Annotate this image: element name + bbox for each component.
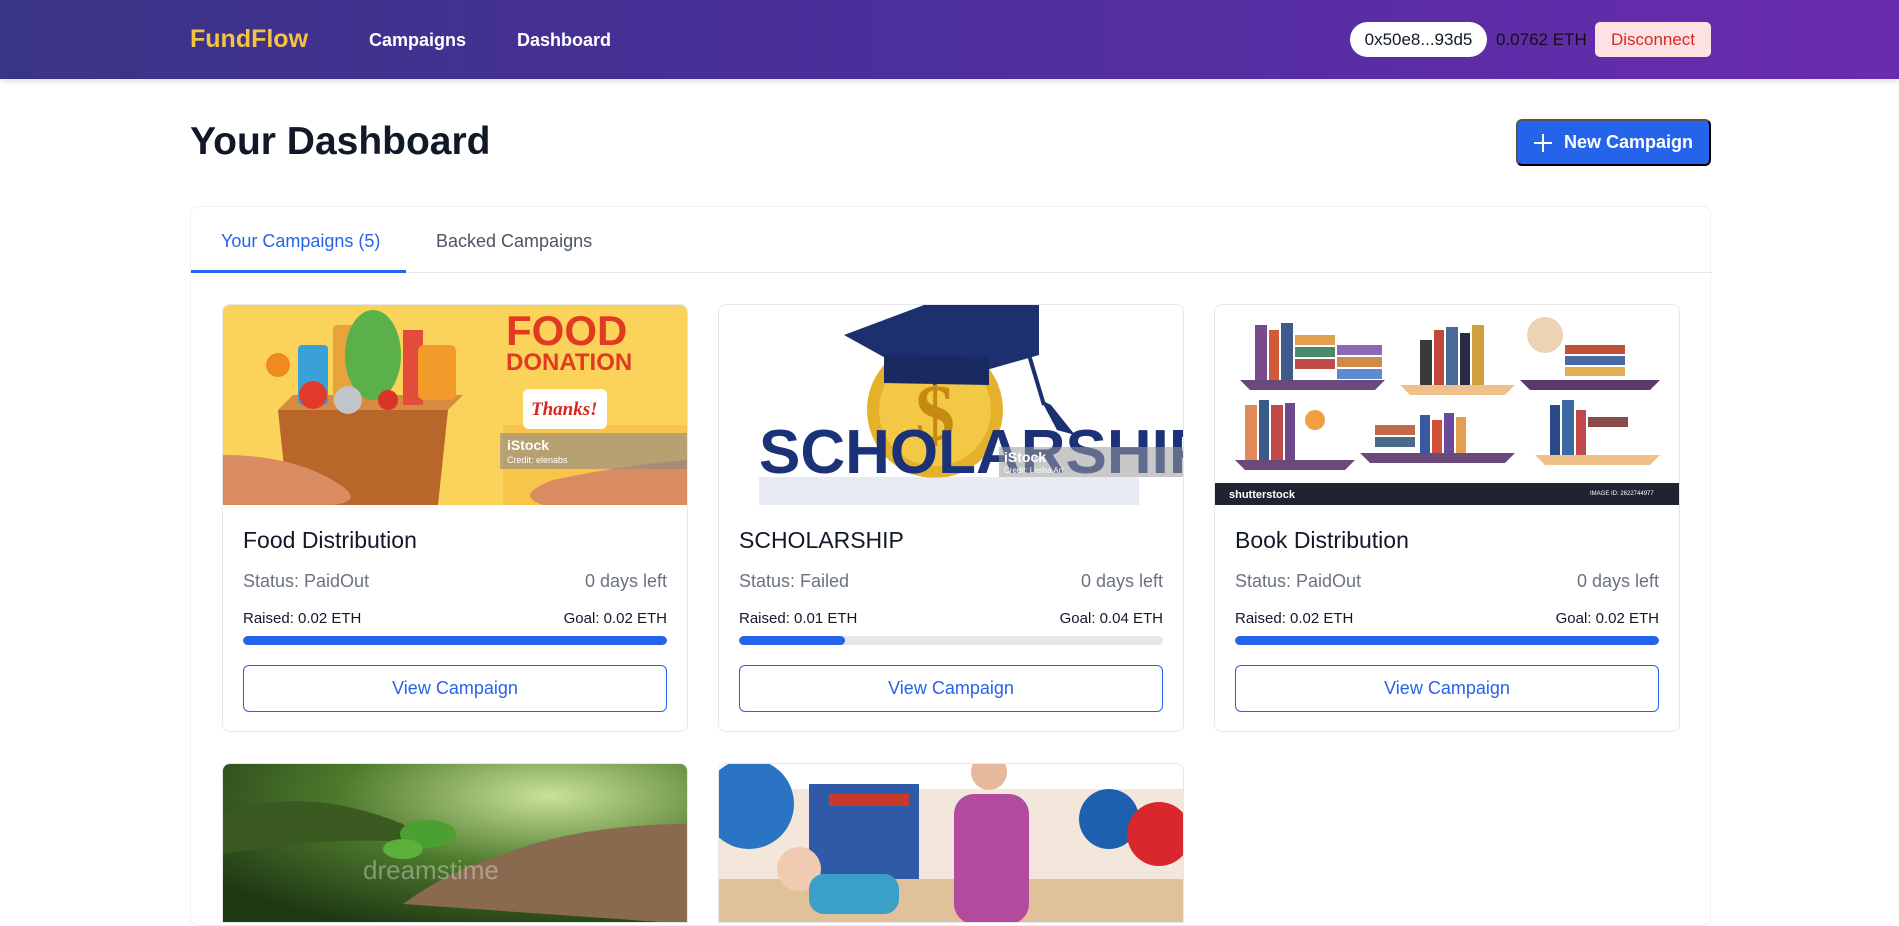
campaign-image: FOOD DONATION Thanks! iStock Credit: ele…: [223, 305, 687, 505]
campaign-status: Status: Failed: [739, 571, 850, 591]
wallet-balance: 0.0762 ETH: [1496, 30, 1587, 49]
progress-fill: [739, 636, 845, 645]
view-campaign-button[interactable]: View Campaign: [243, 665, 667, 712]
campaign-card: shutterstock IMAGE ID: 2622744977 Book D…: [1214, 304, 1680, 732]
raised-amount: Raised: 0.01 ETH: [739, 610, 858, 627]
days-left: 0 days left: [1080, 571, 1163, 591]
shutterstock-watermark: shutterstock: [1229, 489, 1296, 501]
campaign-image: dreamstime: [223, 764, 687, 922]
campaign-image: [719, 764, 1183, 922]
campaign-status: Status: PaidOut: [243, 571, 370, 591]
food-word: FOOD: [506, 307, 627, 354]
tab-backed-campaigns[interactable]: Backed Campaigns: [436, 231, 592, 252]
page-title: Your Dashboard: [190, 120, 491, 163]
image-credit: Credit: Lesha Art: [1004, 466, 1064, 475]
goal-amount: Goal: 0.02 ETH: [563, 610, 667, 627]
campaign-card: [718, 763, 1184, 923]
istock-watermark: iStock: [1004, 449, 1046, 465]
view-campaign-button[interactable]: View Campaign: [739, 665, 1163, 712]
progress-fill: [243, 636, 667, 645]
campaign-card: dreamstime: [222, 763, 688, 923]
campaign-title: Book Distribution: [1235, 527, 1409, 553]
wallet-address-badge[interactable]: 0x50e8...93d5: [1350, 22, 1487, 57]
funding-progress-bar: [739, 636, 1163, 645]
campaign-image: shutterstock IMAGE ID: 2622744977: [1215, 305, 1679, 505]
new-campaign-button[interactable]: New Campaign: [1516, 119, 1711, 166]
nav-link-dashboard[interactable]: Dashboard: [517, 30, 611, 51]
istock-watermark: iStock: [507, 437, 549, 453]
raised-amount: Raised: 0.02 ETH: [1235, 610, 1354, 627]
image-credit: Credit: elenabs: [507, 455, 568, 465]
new-campaign-label: New Campaign: [1563, 132, 1694, 152]
campaign-title: SCHOLARSHIP: [739, 527, 904, 553]
brand-logo[interactable]: FundFlow: [190, 25, 308, 54]
campaign-card: $ SCHOLARSHIP iStock Credit: Lesha Art S…: [718, 304, 1184, 732]
campaign-image: $ SCHOLARSHIP iStock Credit: Lesha Art: [719, 305, 1183, 505]
donation-word: DONATION: [506, 349, 632, 376]
dreamstime-watermark: dreamstime: [363, 855, 499, 885]
image-id: IMAGE ID: 2622744977: [1590, 491, 1654, 497]
tab-bar: Your Campaigns (5) Backed Campaigns: [191, 207, 1712, 273]
raised-amount: Raised: 0.02 ETH: [243, 610, 362, 627]
nav-link-campaigns[interactable]: Campaigns: [369, 30, 466, 51]
campaign-card: FOOD DONATION Thanks! iStock Credit: ele…: [222, 304, 688, 732]
funding-progress-bar: [243, 636, 667, 645]
days-left: 0 days left: [1576, 571, 1659, 591]
top-navbar: FundFlow Campaigns Dashboard 0x50e8...93…: [0, 0, 1899, 79]
days-left: 0 days left: [584, 571, 667, 591]
funding-progress-bar: [1235, 636, 1659, 645]
goal-amount: Goal: 0.02 ETH: [1555, 610, 1659, 627]
active-tab-indicator: [191, 270, 406, 273]
thanks-badge: Thanks!: [531, 399, 598, 420]
tab-your-campaigns[interactable]: Your Campaigns (5): [221, 231, 380, 252]
campaigns-panel: Your Campaigns (5) Backed Campaigns FOOD…: [190, 206, 1712, 926]
progress-fill: [1235, 636, 1659, 645]
disconnect-button[interactable]: Disconnect: [1595, 22, 1711, 57]
goal-amount: Goal: 0.04 ETH: [1059, 610, 1163, 627]
campaign-status: Status: PaidOut: [1235, 571, 1362, 591]
campaign-title: Food Distribution: [243, 527, 417, 553]
view-campaign-button[interactable]: View Campaign: [1235, 665, 1659, 712]
plus-icon: [1533, 133, 1552, 152]
